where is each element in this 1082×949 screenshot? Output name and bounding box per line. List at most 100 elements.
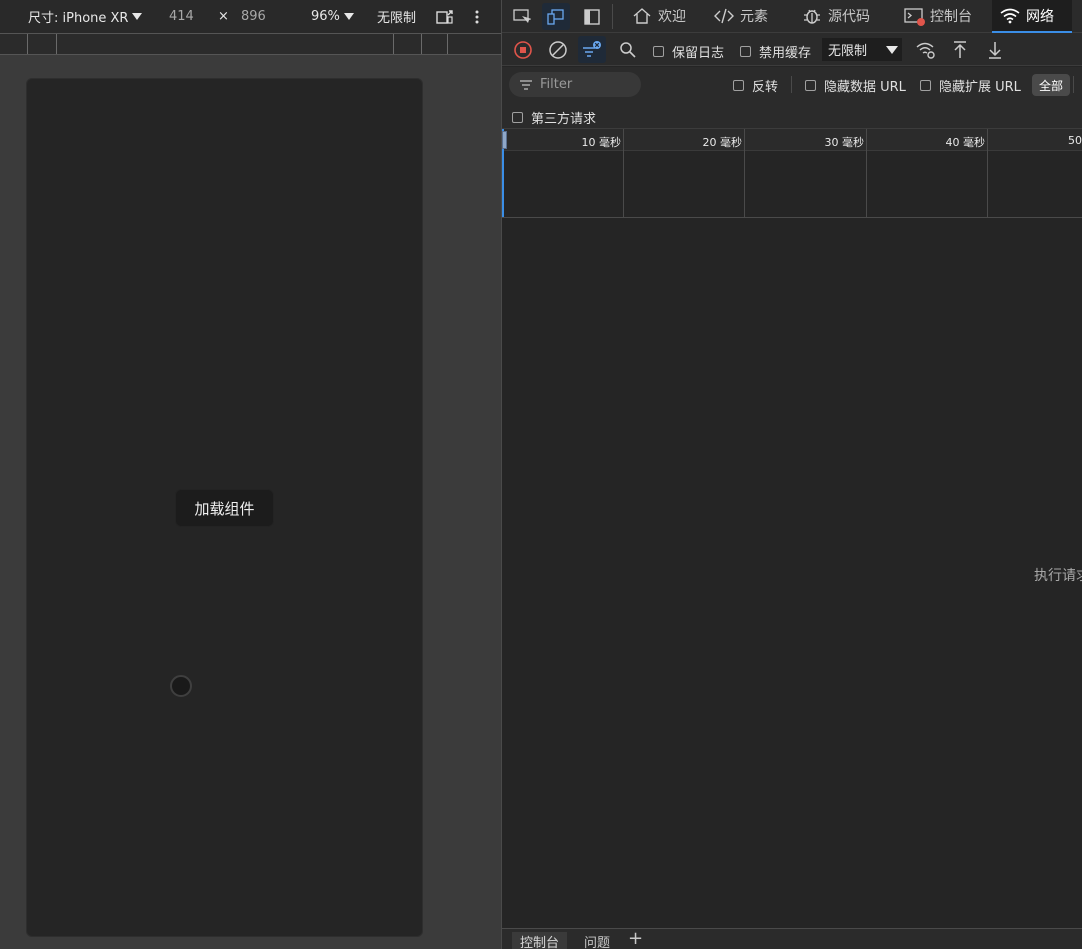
checkbox-box[interactable]: [920, 80, 931, 91]
timeline-column: 40 毫秒: [867, 129, 988, 217]
tab-console-label: 控制台: [930, 9, 972, 25]
network-conditions-icon[interactable]: [912, 36, 940, 63]
third-party-row: 第三方请求: [502, 101, 1082, 129]
tab-welcome[interactable]: 欢迎: [626, 0, 692, 32]
checkbox-box[interactable]: [805, 80, 816, 91]
timeline-tick-label: 30 毫秒: [824, 136, 865, 149]
tab-network-label: 网络: [1026, 9, 1054, 25]
devtools-tab-bar: 欢迎 元素 源代码 控制台 网络: [502, 0, 1082, 33]
throttling-select-label: 无限制: [828, 44, 868, 59]
network-throttling-select[interactable]: 无限制: [822, 38, 902, 61]
device-toggle-icon[interactable]: [542, 3, 570, 30]
timeline-column: 20 毫秒: [624, 129, 745, 217]
checkbox-box[interactable]: [740, 46, 751, 57]
load-component-button[interactable]: 加载组件: [175, 489, 274, 527]
tab-sources-label: 源代码: [828, 9, 870, 25]
add-tab-button[interactable]: +: [628, 928, 643, 949]
preserve-log-checkbox[interactable]: 保留日志: [653, 42, 724, 61]
tab-elements[interactable]: 元素: [708, 0, 774, 32]
chevron-down-icon: [343, 13, 354, 20]
filter-placeholder: Filter: [540, 77, 573, 92]
tab-sources[interactable]: 源代码: [796, 0, 876, 32]
ruler-segment[interactable]: [28, 34, 57, 54]
third-party-checkbox[interactable]: 第三方请求: [512, 108, 596, 127]
drawer-tab-console[interactable]: 控制台: [512, 932, 568, 949]
search-icon[interactable]: [614, 36, 642, 63]
record-button[interactable]: [509, 36, 537, 63]
filter-divider: [791, 76, 792, 93]
timeline-column: 50: [988, 129, 1082, 217]
hide-data-urls-checkbox[interactable]: 隐藏数据 URL: [805, 76, 906, 95]
device-throttle-select[interactable]: 无限制: [377, 0, 416, 33]
rotate-icon[interactable]: [436, 0, 454, 33]
timeline-column: 30 毫秒: [745, 129, 867, 217]
chevron-down-icon: [886, 46, 898, 54]
invert-label: 反转: [752, 80, 779, 95]
device-emulation-pane: 尺寸: iPhone XR 414 × 896 96% 无限制 加载组件: [0, 0, 501, 949]
height-input[interactable]: 896: [241, 0, 266, 33]
timeline-tick-label: 20 毫秒: [702, 136, 743, 149]
filter-toggle-icon[interactable]: [578, 36, 606, 63]
zoom-select[interactable]: 96%: [311, 0, 354, 33]
drawer-tab-issues[interactable]: 问题: [582, 932, 612, 949]
export-har-icon[interactable]: [981, 36, 1009, 63]
timeline-column: 10 毫秒: [502, 129, 624, 217]
device-viewport: 加载组件: [26, 78, 423, 937]
timeline-tick-label: 50: [1068, 134, 1082, 147]
ruler-segment[interactable]: [422, 34, 448, 54]
clear-icon[interactable]: [544, 36, 572, 63]
filter-input[interactable]: Filter: [509, 72, 641, 97]
timeline-tick-label: 40 毫秒: [945, 136, 986, 149]
hide-extension-urls-label: 隐藏扩展 URL: [939, 80, 1021, 95]
bug-icon: [802, 7, 822, 25]
inspect-element-icon[interactable]: [508, 3, 536, 30]
dock-side-icon[interactable]: [578, 3, 606, 30]
device-select-label: 尺寸: iPhone XR: [28, 11, 129, 26]
disable-cache-checkbox[interactable]: 禁用缓存: [740, 42, 811, 61]
tab-welcome-label: 欢迎: [658, 9, 686, 25]
checkbox-box[interactable]: [733, 80, 744, 91]
home-icon: [632, 7, 652, 25]
filter-bar: Filter 反转 隐藏数据 URL 隐藏扩展 URL 全部: [502, 67, 1082, 101]
browser-devtools-window: 尺寸: iPhone XR 414 × 896 96% 无限制 加载组件 欢迎 …: [0, 0, 1082, 949]
empty-state-message: 执行请求: [1034, 568, 1082, 584]
touch-cursor-indicator: [170, 675, 192, 697]
network-overview-timeline[interactable]: 10 毫秒 20 毫秒 30 毫秒 40 毫秒 50: [502, 129, 1082, 218]
third-party-label: 第三方请求: [531, 112, 597, 127]
ruler-segment[interactable]: [57, 34, 394, 54]
hide-data-urls-label: 隐藏数据 URL: [824, 80, 906, 95]
ruler-segment[interactable]: [0, 34, 28, 54]
device-select[interactable]: 尺寸: iPhone XR: [28, 0, 143, 33]
tab-console[interactable]: 控制台: [898, 0, 978, 32]
checkbox-box[interactable]: [653, 46, 664, 57]
timeline-tick-label: 10 毫秒: [581, 136, 622, 149]
preserve-log-label: 保留日志: [672, 46, 725, 61]
media-query-ruler[interactable]: [0, 33, 501, 55]
tab-network[interactable]: 网络: [992, 0, 1072, 33]
hide-extension-urls-checkbox[interactable]: 隐藏扩展 URL: [920, 76, 1021, 95]
console-icon: [904, 7, 925, 26]
tab-elements-label: 元素: [740, 9, 768, 25]
timeline-range-handle[interactable]: [502, 131, 507, 149]
filter-icon: [520, 79, 532, 90]
code-icon: [714, 8, 734, 24]
devtools-panel: 欢迎 元素 源代码 控制台 网络 保留日志 禁用缓存 无限制 Filter 反转…: [501, 0, 1082, 949]
filter-type-all-button[interactable]: 全部: [1032, 74, 1070, 96]
error-badge-icon: [917, 18, 925, 26]
wifi-icon: [1000, 8, 1020, 24]
checkbox-box[interactable]: [512, 112, 523, 123]
filter-divider: [1073, 76, 1074, 93]
toolbar-divider: [612, 4, 613, 29]
dimension-separator: ×: [218, 9, 229, 24]
zoom-select-label: 96%: [311, 9, 340, 24]
invert-checkbox[interactable]: 反转: [733, 76, 778, 95]
network-toolbar: 保留日志 禁用缓存 无限制: [502, 33, 1082, 66]
chevron-down-icon: [132, 13, 143, 20]
import-har-icon[interactable]: [946, 36, 974, 63]
width-input[interactable]: 414: [169, 0, 194, 33]
more-options-icon[interactable]: [472, 0, 482, 33]
device-toolbar: 尺寸: iPhone XR 414 × 896 96% 无限制: [0, 0, 501, 33]
disable-cache-label: 禁用缓存: [759, 46, 812, 61]
bottom-drawer-tabs: 控制台 问题 +: [502, 928, 1082, 949]
ruler-segment[interactable]: [394, 34, 422, 54]
